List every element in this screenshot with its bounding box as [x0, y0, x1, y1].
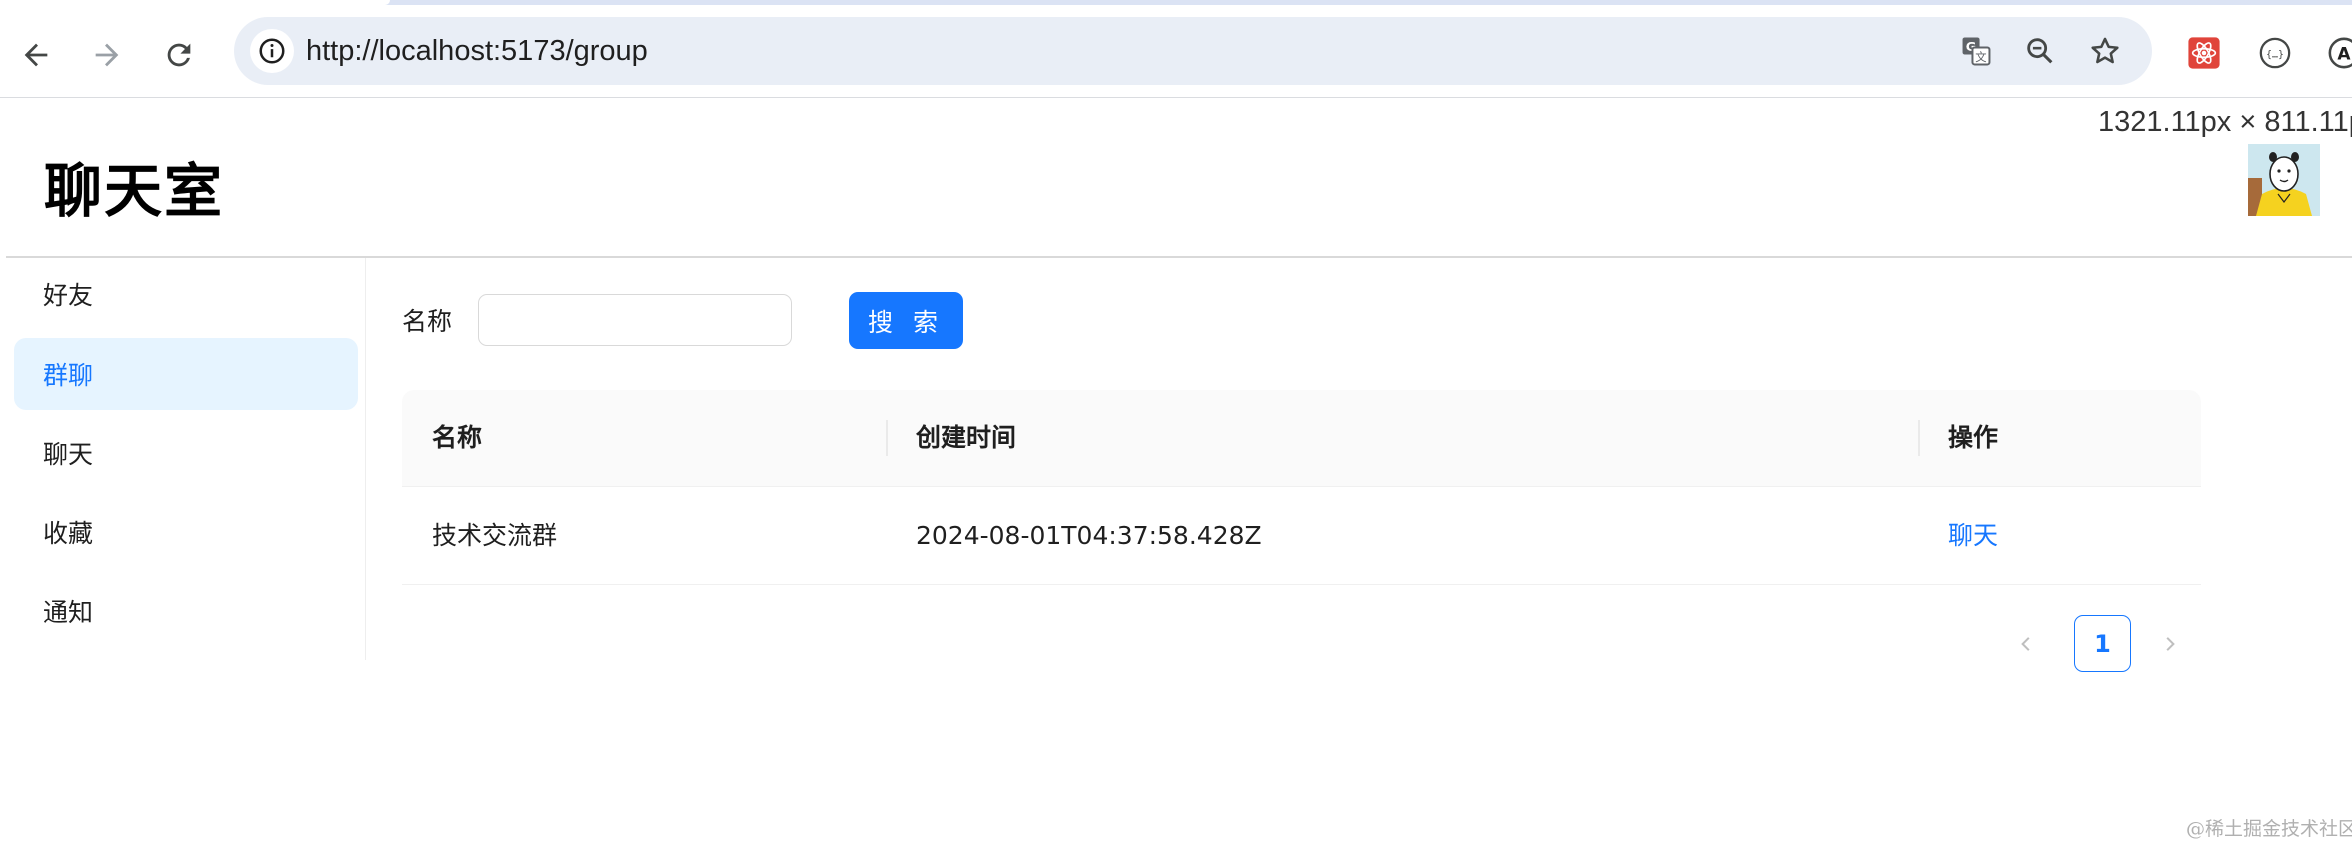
zoom-icon — [2027, 38, 2053, 64]
reload-button[interactable] — [153, 29, 205, 81]
star-icon — [2091, 37, 2119, 64]
table-row: 技术交流群 2024-08-01T04:37:58.428Z 聊天 — [402, 487, 2201, 585]
react-devtools-icon — [2188, 37, 2220, 69]
sidebar-item-chat[interactable]: 聊天 — [14, 417, 358, 489]
prev-page-button[interactable] — [2006, 615, 2046, 672]
arrow-right-icon — [95, 43, 119, 67]
bookmark-button[interactable] — [2083, 29, 2127, 73]
group-name-cell: 技术交流群 — [432, 521, 558, 550]
chevron-left-icon — [2021, 636, 2030, 651]
translate-icon: G文 — [1962, 37, 1991, 66]
json-viewer-icon: {…} — [2259, 37, 2291, 69]
sidebar-item-label: 通知 — [43, 598, 94, 627]
site-info-button[interactable] — [250, 29, 294, 73]
browser-toolbar: http://localhost:5173/group G文 {…} A — [0, 5, 2352, 98]
back-button[interactable] — [10, 29, 62, 81]
react-devtools-extension[interactable] — [2180, 29, 2228, 77]
sidebar-item-group-chat[interactable]: 群聊 — [14, 338, 358, 410]
profile-icon: A — [2328, 37, 2352, 69]
sidebar-menu: 好友 群聊 聊天 收藏 通知 — [0, 258, 366, 660]
chat-link[interactable]: 聊天 — [1948, 487, 1998, 584]
svg-text:{…}: {…} — [2266, 49, 2284, 60]
arrow-left-icon — [24, 43, 48, 67]
reload-icon — [167, 43, 191, 67]
sidebar-item-favorites[interactable]: 收藏 — [14, 496, 358, 568]
page-title: 聊天室 — [44, 157, 225, 225]
page: 1321.11px × 811.11px 聊天室 好友 群聊 聊天 收藏 通知 — [0, 98, 2352, 842]
forward-button[interactable] — [81, 29, 133, 81]
sidebar-item-label: 好友 — [43, 281, 94, 310]
created-time-cell: 2024-08-01T04:37:58.428Z — [916, 521, 1262, 550]
zoom-button[interactable] — [2018, 29, 2062, 73]
app-header: 聊天室 — [6, 98, 2352, 258]
watermark: @稀土掘金技术社区 — [2186, 818, 2352, 840]
profile-button[interactable]: A — [2320, 29, 2352, 77]
url-text[interactable]: http://localhost:5173/group — [306, 17, 648, 85]
json-viewer-extension[interactable]: {…} — [2251, 29, 2299, 77]
sidebar-item-label: 群聊 — [43, 361, 94, 390]
address-bar[interactable]: http://localhost:5173/group G文 — [234, 17, 2152, 85]
translate-button[interactable]: G文 — [1954, 29, 1998, 73]
next-page-button[interactable] — [2150, 615, 2190, 672]
name-search-input[interactable] — [478, 294, 792, 346]
chevron-right-icon — [2166, 636, 2175, 651]
sidebar-item-label: 聊天 — [43, 440, 94, 469]
column-header-name: 名称 — [432, 423, 483, 452]
svg-text:文: 文 — [1975, 50, 1986, 64]
sidebar-item-label: 收藏 — [43, 519, 94, 548]
sidebar-item-friends[interactable]: 好友 — [14, 258, 358, 330]
avatar[interactable] — [2248, 144, 2320, 216]
search-label: 名称 — [402, 307, 453, 336]
search-button[interactable]: 搜 索 — [849, 292, 963, 349]
sidebar-item-notifications[interactable]: 通知 — [14, 575, 358, 647]
info-icon — [259, 38, 285, 64]
group-table: 名称 创建时间 操作 技术交流群 2024-08-01T04:37:58.428… — [402, 390, 2201, 585]
column-header-created: 创建时间 — [916, 423, 1017, 452]
svg-text:A: A — [2337, 44, 2351, 64]
column-header-action: 操作 — [1948, 423, 1999, 452]
table-header: 名称 创建时间 操作 — [402, 390, 2201, 487]
page-1-button[interactable]: 1 — [2074, 615, 2131, 672]
avatar-image — [2248, 144, 2320, 216]
